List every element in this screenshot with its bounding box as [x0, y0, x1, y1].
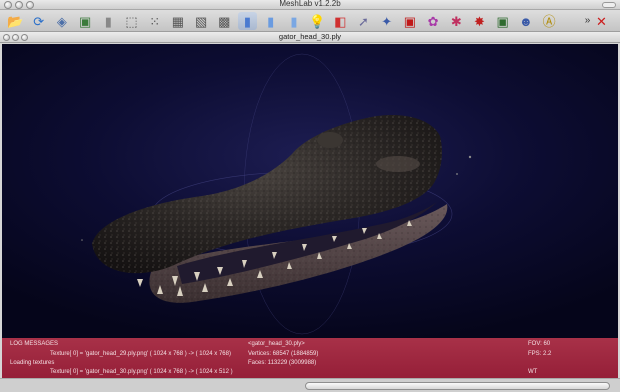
open-folder-icon[interactable]: 📂 [6, 12, 25, 30]
info-fov: FOV: 60 [528, 341, 551, 347]
wireframe-icon[interactable]: ⁙ [145, 12, 164, 30]
hidden-lines-icon[interactable]: ▦ [168, 12, 187, 30]
toolbar-toggle-button[interactable] [602, 2, 616, 8]
info-vertices: Vertices: 68547 (1884859) [248, 351, 319, 357]
log-line-texture-29: Texture[ 0] = 'gator_head_29.ply.png' ( … [50, 351, 231, 357]
point-cloud-icon[interactable]: ⬚ [122, 12, 141, 30]
toolbar-overflow-button[interactable]: » [578, 12, 597, 30]
bounding-box-icon[interactable]: ▮ [99, 12, 118, 30]
measure-tool-icon[interactable]: ✦ [377, 12, 396, 30]
texture-icon[interactable]: ▮ [261, 12, 280, 30]
backface-icon[interactable]: ◧ [331, 12, 350, 30]
info-faces: Faces: 113229 (3009988) [248, 360, 317, 366]
flat-shading-icon[interactable]: ▩ [215, 12, 234, 30]
save-icon[interactable]: ◈ [52, 12, 71, 30]
gator-eye [317, 132, 343, 148]
paint-tool-icon[interactable]: ▣ [400, 12, 419, 30]
document-titlebar: gator_head_30.ply [0, 32, 620, 43]
align-tool-icon[interactable]: ▣ [493, 12, 512, 30]
window-titlebar: MeshLab v1.2.2b [0, 0, 620, 10]
smooth-shading-icon[interactable]: ▮ [238, 12, 257, 30]
select-pointer-icon[interactable]: ➚ [354, 12, 373, 30]
status-bar [0, 378, 620, 392]
log-header: LOG MESSAGES [10, 341, 59, 347]
light-bulb-icon[interactable]: 💡 [308, 12, 327, 30]
main-toolbar: 📂 ⟳ ◈ ▣ ▮ ⬚ ⁙ ▦ ▧ ▩ ▮ ▮ ▮ 💡 ◧ ➚ ✦ ▣ ✿ ✱ ✸ ▣ ☻ Ⓐ ✕» [0, 10, 620, 32]
window-title: MeshLab v1.2.2b [279, 0, 341, 8]
info-filename: <gator_head_30.ply> [248, 341, 305, 347]
colorize-icon[interactable]: ✿ [424, 12, 443, 30]
document-title: gator_head_30.ply [278, 32, 342, 41]
user-person-icon[interactable]: ☻ [516, 12, 535, 30]
log-line-texture-30: Texture[ 0] = 'gator_head_30.ply.png' ( … [50, 369, 233, 375]
mesh-render [81, 53, 472, 335]
info-fps: FPS: 2.2 [528, 351, 552, 357]
reload-icon[interactable]: ⟳ [29, 12, 48, 30]
flat-lines-icon[interactable]: ▧ [192, 12, 211, 30]
select-vertices-icon[interactable]: ✸ [470, 12, 489, 30]
3d-viewport[interactable] [2, 44, 618, 338]
progress-bar [305, 382, 610, 390]
snapshot-icon[interactable]: ▣ [76, 12, 95, 30]
info-render-mode: WT [528, 369, 538, 375]
annotate-a-icon[interactable]: Ⓐ [540, 12, 559, 30]
vertex-color-icon[interactable]: ▮ [284, 12, 303, 30]
log-messages-panel: LOG MESSAGES Texture[ 0] = 'gator_head_2… [2, 338, 618, 378]
select-faces-icon[interactable]: ✱ [447, 12, 466, 30]
log-loading-textures: Loading textures [10, 360, 55, 366]
